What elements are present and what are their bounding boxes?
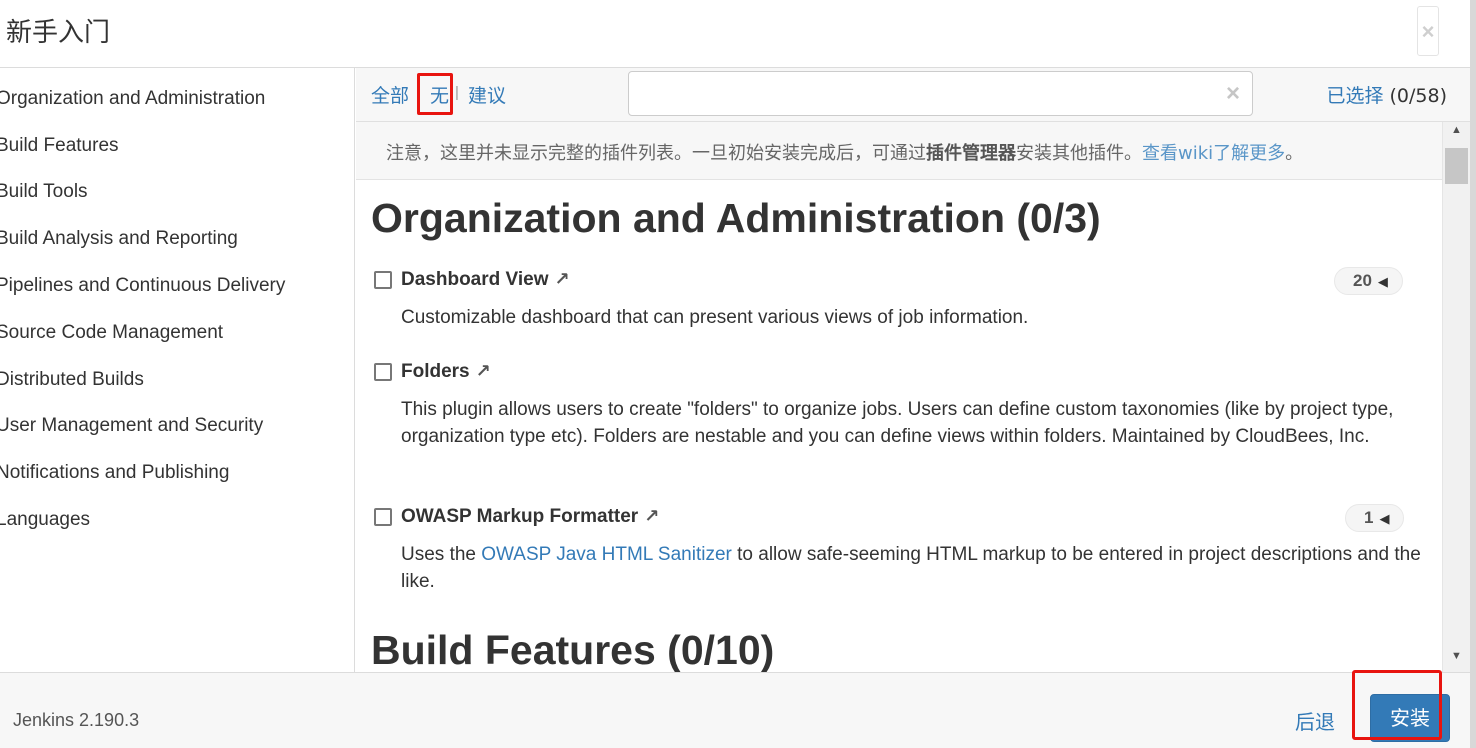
- jenkins-version: Jenkins 2.190.3: [13, 710, 140, 730]
- badge-count: 20: [1353, 271, 1372, 290]
- section-heading: Organization and Administration (0/3): [371, 195, 1101, 241]
- plugin-description: Customizable dashboard that can present …: [401, 307, 1029, 328]
- search-input[interactable]: ×: [628, 71, 1253, 116]
- owasp-sanitizer-link[interactable]: OWASP Java HTML Sanitizer: [481, 544, 732, 565]
- plugin-name-text: Folders: [401, 361, 470, 382]
- dialog-footer: Jenkins 2.190.3 后退 安装: [0, 672, 1470, 748]
- scroll-down-icon[interactable]: ▼: [1443, 650, 1470, 670]
- plugin-list[interactable]: Organization and Administration (0/3) Da…: [356, 180, 1442, 672]
- sidebar-item-notifications-and-publishing[interactable]: Notifications and Publishing: [0, 462, 229, 484]
- external-link-icon[interactable]: ↗: [644, 506, 659, 527]
- selected-count: 已选择 (0/58): [1326, 81, 1447, 108]
- wiki-link[interactable]: 查看wiki了解更多: [1142, 143, 1285, 164]
- notice-middle: 安装其他插件。: [1016, 143, 1142, 164]
- badge-count: 1: [1364, 508, 1374, 527]
- sidebar-item-build-analysis-and-reporting[interactable]: Build Analysis and Reporting: [0, 228, 238, 250]
- sidebar-item-organization-and-administration[interactable]: Organization and Administration: [0, 88, 265, 110]
- scrollbar-thumb[interactable]: [1445, 148, 1468, 184]
- filter-suggested-link[interactable]: 建议: [468, 81, 506, 108]
- dialog-title: 新手入门: [6, 18, 111, 48]
- content-scrollbar[interactable]: ▲ ▼: [1442, 122, 1470, 672]
- plugin-checkbox-dashboard-view[interactable]: [374, 271, 392, 289]
- plugin-list-notice: 注意，这里并未显示完整的插件列表。一旦初始安装完成后，可通过插件管理器安装其他插…: [356, 122, 1442, 180]
- plugin-description: Uses the OWASP Java HTML Sanitizer to al…: [401, 541, 1421, 595]
- sidebar-item-user-management-and-security[interactable]: User Management and Security: [0, 415, 263, 437]
- dialog-header: 新手入门 ×: [0, 0, 1476, 68]
- section-heading: Build Features (0/10): [371, 627, 775, 672]
- window-edge: [1470, 0, 1476, 748]
- filter-all-link[interactable]: 全部: [371, 81, 409, 108]
- clear-search-icon[interactable]: ×: [1226, 80, 1240, 108]
- plugin-checkbox-owasp-markup-formatter[interactable]: [374, 508, 392, 526]
- category-sidebar: Organization and Administration Build Fe…: [0, 68, 355, 672]
- highlight-box-install-button: [1352, 670, 1442, 740]
- plugin-checkbox-folders[interactable]: [374, 363, 392, 381]
- back-button[interactable]: 后退: [1295, 706, 1335, 735]
- desc-prefix: Uses the: [401, 544, 482, 565]
- notice-text: 注意，这里并未显示完整的插件列表。一旦初始安装完成后，可通过插件管理器安装其他插…: [386, 139, 1303, 165]
- external-link-icon[interactable]: ↗: [554, 269, 569, 290]
- sidebar-item-source-code-management[interactable]: Source Code Management: [0, 322, 223, 344]
- notice-prefix: 注意，这里并未显示完整的插件列表。一旦初始安装完成后，可通过: [386, 143, 926, 164]
- plugin-name-text: OWASP Markup Formatter: [401, 506, 639, 527]
- scroll-up-icon[interactable]: ▲: [1443, 124, 1470, 144]
- plugin-description: This plugin allows users to create "fold…: [401, 399, 1394, 447]
- filter-separator: |: [455, 84, 459, 101]
- notice-suffix: 。: [1285, 143, 1304, 164]
- selected-count-value: (0/58): [1389, 85, 1448, 107]
- close-button[interactable]: ×: [1417, 6, 1439, 56]
- sidebar-item-languages[interactable]: Languages: [0, 509, 90, 531]
- sidebar-item-build-tools[interactable]: Build Tools: [0, 181, 88, 203]
- caret-left-icon: ◀: [1379, 511, 1390, 526]
- caret-left-icon: ◀: [1377, 274, 1388, 289]
- sidebar-item-build-features[interactable]: Build Features: [0, 135, 119, 157]
- plugin-name-text: Dashboard View: [401, 269, 549, 290]
- sidebar-item-distributed-builds[interactable]: Distributed Builds: [0, 369, 144, 391]
- plugin-name[interactable]: OWASP Markup Formatter ↗: [401, 506, 659, 528]
- external-link-icon[interactable]: ↗: [476, 361, 491, 382]
- sidebar-item-pipelines-and-continuous-delivery[interactable]: Pipelines and Continuous Delivery: [0, 275, 285, 297]
- plugin-name[interactable]: Dashboard View ↗: [401, 269, 570, 291]
- highlight-box-none-filter: [417, 73, 453, 115]
- plugin-name[interactable]: Folders ↗: [401, 361, 491, 383]
- dependency-badge[interactable]: 1 ◀: [1345, 504, 1405, 532]
- dependency-badge[interactable]: 20 ◀: [1334, 267, 1403, 295]
- notice-emphasis: 插件管理器: [926, 143, 1016, 164]
- selected-link[interactable]: 已选择: [1326, 85, 1383, 107]
